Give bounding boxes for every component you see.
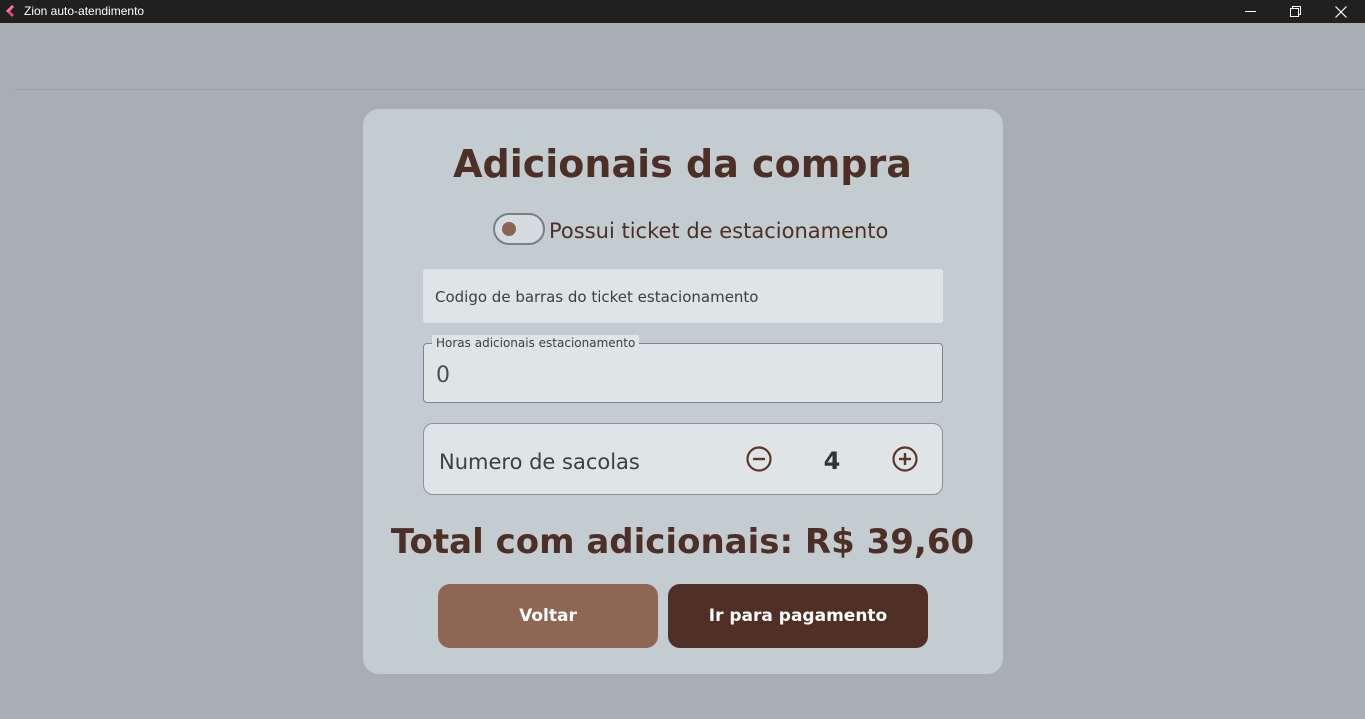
restore-button[interactable] (1272, 0, 1318, 23)
toggle-knob (502, 222, 516, 236)
bags-stepper: Numero de sacolas 4 (423, 423, 943, 495)
app-logo-icon (6, 5, 14, 17)
header-divider (14, 89, 1365, 90)
additional-hours-label: Horas adicionais estacionamento (432, 335, 640, 351)
page-title: Adicionais da compra (453, 142, 912, 186)
minimize-button[interactable] (1227, 0, 1273, 23)
total-with-additions: Total com adicionais: R$ 39,60 (390, 522, 975, 562)
minimize-icon (1244, 11, 1256, 12)
restore-icon (1289, 6, 1301, 17)
plus-circle-icon[interactable] (891, 445, 919, 473)
close-icon (1335, 5, 1347, 18)
go-to-payment-button[interactable]: Ir para pagamento (668, 584, 928, 648)
additional-hours-value[interactable]: 0 (436, 362, 450, 390)
parking-ticket-toggle-label[interactable]: Possui ticket de estacionamento (549, 217, 888, 245)
minus-circle-icon[interactable] (745, 445, 773, 473)
close-button[interactable] (1318, 0, 1364, 23)
back-button[interactable]: Voltar (438, 584, 658, 648)
bags-label: Numero de sacolas (439, 450, 640, 474)
barcode-input-label: Codigo de barras do ticket estacionament… (435, 288, 759, 306)
barcode-input[interactable]: Codigo de barras do ticket estacionament… (423, 269, 943, 323)
additional-hours-input[interactable]: Horas adicionais estacionamento 0 (423, 335, 943, 403)
bags-count: 4 (823, 447, 841, 475)
parking-ticket-toggle[interactable] (493, 213, 545, 245)
window-title: Zion auto-atendimento (24, 4, 145, 18)
window-titlebar: Zion auto-atendimento (0, 0, 1365, 23)
